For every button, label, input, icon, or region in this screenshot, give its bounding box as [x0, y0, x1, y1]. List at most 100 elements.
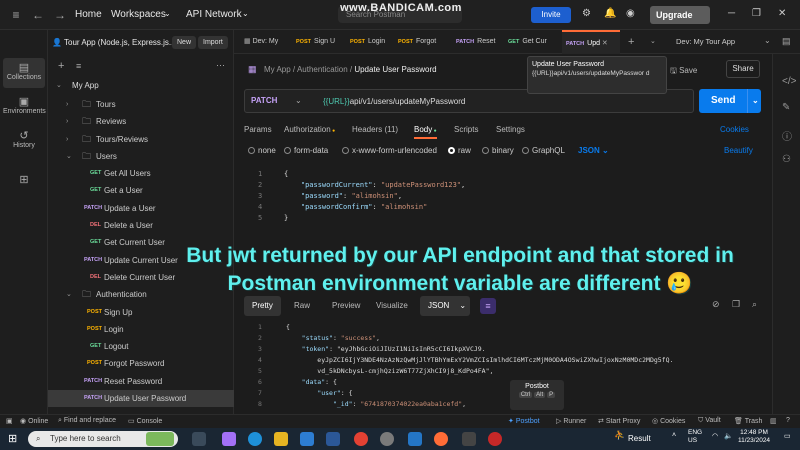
cookies-button[interactable]: ◎ Cookies	[652, 417, 685, 425]
language-indicator[interactable]: ENG US	[688, 429, 702, 445]
request-subtab[interactable]: Body ●	[414, 125, 437, 139]
environment-quicklook-icon[interactable]: ▤	[782, 36, 791, 47]
beautify-link[interactable]: Beautify	[724, 146, 753, 155]
response-view-tab[interactable]: Preview	[324, 296, 368, 316]
store-icon[interactable]	[300, 432, 314, 446]
request-row[interactable]: PATCH Reset Password	[48, 373, 234, 390]
copy-icon[interactable]: ❐	[732, 299, 740, 310]
back-icon[interactable]: ←	[30, 7, 46, 23]
chevron-right-icon[interactable]: ›	[66, 113, 68, 130]
folder-row[interactable]: ⌄ 🗀 Users	[48, 148, 234, 165]
request-subtab[interactable]: Settings	[496, 125, 525, 134]
home-link[interactable]: Home	[75, 9, 102, 20]
rail-history[interactable]: ↺ History	[3, 126, 45, 156]
request-subtab[interactable]: Headers (11)	[352, 125, 398, 134]
environment-select[interactable]: Dev: My Tour App	[676, 30, 735, 54]
body-editor[interactable]: 1 {2 "passwordCurrent": "updatePassword12…	[244, 166, 754, 226]
folder-row[interactable]: › 🗀 Tours/Reviews	[48, 131, 234, 148]
chevron-down-icon[interactable]: ⌄	[650, 30, 660, 54]
rail-more[interactable]: ⊞	[3, 170, 45, 200]
request-subtab[interactable]: Scripts	[454, 125, 478, 134]
volume-icon[interactable]: 🔈	[724, 432, 733, 440]
request-tab[interactable]: ▦ Dev: My	[240, 30, 290, 54]
request-tab[interactable]: POST Sign U	[292, 30, 342, 54]
response-view-tab[interactable]: Pretty	[244, 296, 281, 316]
postman-icon[interactable]	[434, 432, 448, 446]
link-icon[interactable]: ⊘	[712, 299, 720, 310]
body-type-radio[interactable]: none	[248, 146, 276, 155]
app-icon[interactable]	[462, 432, 476, 446]
chevron-down-icon[interactable]: ⌄	[66, 286, 72, 303]
request-tab[interactable]: POST Login	[346, 30, 396, 54]
chevron-right-icon[interactable]: ›	[66, 96, 68, 113]
close-icon[interactable]: ✕	[778, 8, 786, 19]
word-icon[interactable]	[326, 432, 340, 446]
rail-collections[interactable]: ▤ Collections	[3, 58, 45, 88]
file-explorer-icon[interactable]	[274, 432, 288, 446]
edge-icon[interactable]	[248, 432, 262, 446]
body-type-radio[interactable]: GraphQL	[522, 146, 565, 155]
chevron-right-icon[interactable]: ›	[66, 131, 68, 148]
info-icon[interactable]: ⓘ	[782, 128, 792, 143]
layout-toggle-icon[interactable]: ▥	[770, 417, 777, 425]
chevron-down-icon[interactable]: ⌄	[764, 36, 771, 45]
chevron-up-icon[interactable]: ˄	[672, 432, 676, 439]
proxy-button[interactable]: ⇄ Start Proxy	[598, 417, 640, 425]
bandicam-icon[interactable]	[488, 432, 502, 446]
folder-row[interactable]: › 🗀 Reviews	[48, 113, 234, 130]
upgrade-button[interactable]: Upgrade ⌄	[650, 6, 710, 38]
vscode-icon[interactable]	[408, 432, 422, 446]
chevron-down-icon[interactable]: ⌄	[164, 9, 171, 18]
body-type-radio[interactable]: raw	[448, 146, 471, 155]
request-tab[interactable]: PATCH Reset	[452, 30, 502, 54]
sports-icon[interactable]: ⛹	[614, 430, 625, 441]
add-tab-icon[interactable]: +	[628, 30, 642, 54]
folder-row[interactable]: › 🗀 Tours	[48, 96, 234, 113]
bell-icon[interactable]: 🔔	[604, 8, 616, 19]
request-subtab[interactable]: Authorization ●	[284, 125, 335, 134]
response-view-tab[interactable]: Visualize	[368, 296, 416, 316]
request-row[interactable]: PATCH Update a User	[48, 200, 234, 217]
request-row[interactable]: GET Logout	[48, 338, 234, 355]
response-view-tab[interactable]: Raw	[286, 296, 318, 316]
postbot-button[interactable]: ✦ Postbot	[508, 417, 540, 425]
rail-environments[interactable]: ▣ Environments	[3, 92, 46, 122]
plus-icon[interactable]: +	[58, 60, 64, 72]
wrap-icon[interactable]: ≡	[480, 298, 496, 314]
help-icon[interactable]: ?	[786, 417, 790, 424]
collection-row[interactable]: ⌄ My App	[48, 77, 234, 94]
chevron-down-icon[interactable]: ⌄	[295, 96, 302, 105]
request-row[interactable]: GET Get a User	[48, 182, 234, 199]
copilot-icon[interactable]	[222, 432, 236, 446]
body-type-radio[interactable]: form-data	[284, 146, 328, 155]
import-button[interactable]: Import	[198, 36, 228, 49]
taskbar-search[interactable]: ⌕ Type here to search	[28, 431, 178, 447]
online-status[interactable]: ◉ Online	[20, 417, 48, 425]
chrome-icon[interactable]	[354, 432, 368, 446]
request-tab[interactable]: GET Get Cur	[504, 30, 554, 54]
maximize-icon[interactable]: ❐	[752, 8, 761, 19]
send-button[interactable]: Send ⌄	[699, 89, 761, 113]
workspace-name[interactable]: Tour App (Node.js, Express.js...	[64, 38, 176, 47]
api-network-menu[interactable]: API Network	[186, 9, 242, 20]
settings-icon[interactable]	[380, 432, 394, 446]
wifi-icon[interactable]: ◠	[712, 432, 718, 440]
close-icon[interactable]: ✕	[600, 40, 608, 47]
task-view-icon[interactable]	[192, 432, 206, 446]
breadcrumb-folder[interactable]: Authentication	[297, 65, 348, 74]
chevron-down-icon[interactable]: ⌄	[66, 148, 72, 165]
save-button[interactable]: 🖫 Save	[670, 65, 697, 79]
vault-button[interactable]: ⛉ Vault	[698, 417, 721, 425]
cookies-link[interactable]: Cookies	[720, 125, 749, 134]
forward-icon[interactable]: →	[52, 7, 68, 23]
chevron-down-icon[interactable]: ⌄	[242, 9, 249, 18]
minimize-icon[interactable]: ─	[728, 8, 735, 19]
workspaces-menu[interactable]: Workspaces	[111, 9, 166, 20]
avatar[interactable]: ◉	[626, 8, 635, 19]
new-button[interactable]: New	[172, 36, 197, 49]
more-icon[interactable]: ⋯	[216, 60, 225, 71]
breadcrumb-collection[interactable]: My App	[264, 65, 291, 74]
comment-icon[interactable]: ✎	[782, 102, 790, 113]
clock[interactable]: 12:48 PM 11/23/2024	[738, 429, 770, 445]
url-input[interactable]: {{URL}}api/v1/users/updateMyPassword	[323, 97, 465, 106]
